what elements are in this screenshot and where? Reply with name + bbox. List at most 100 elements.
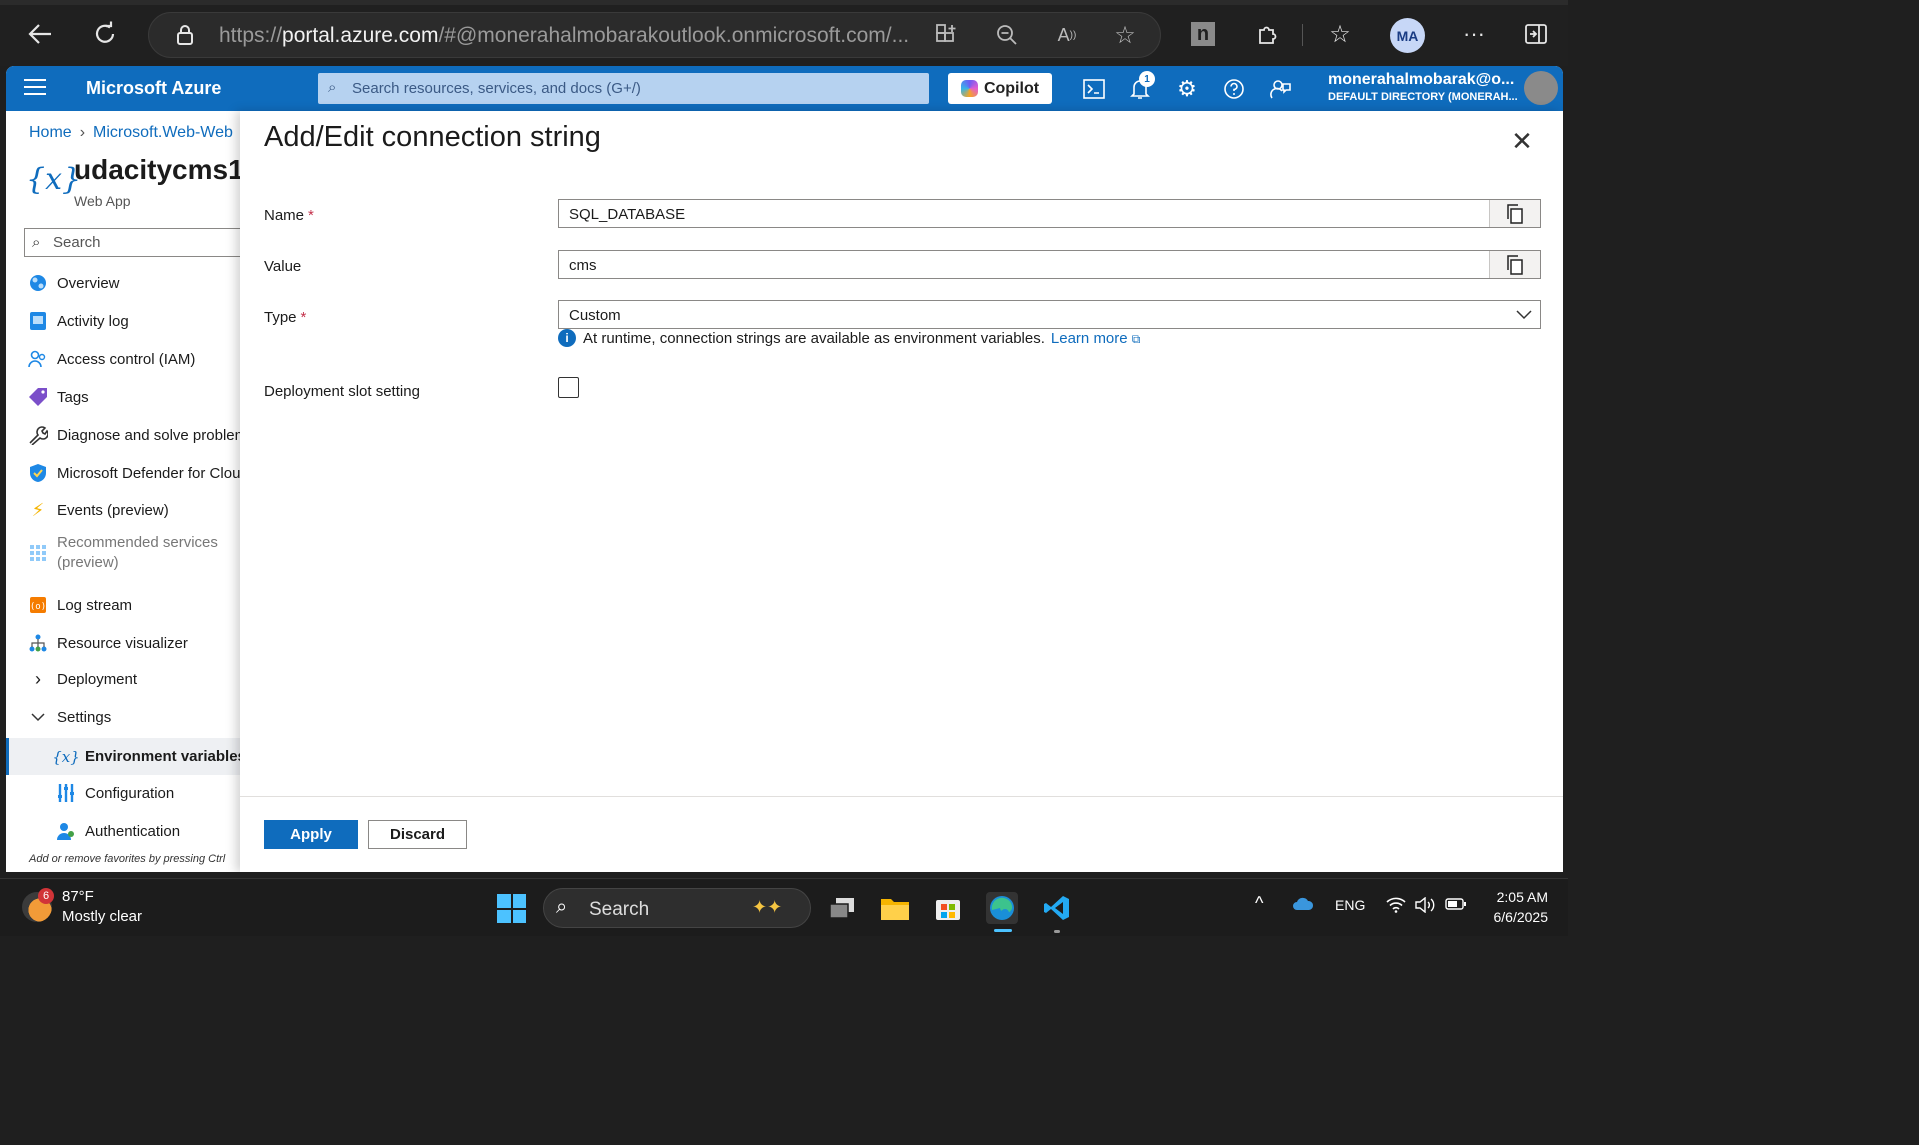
name-input[interactable]: SQL_DATABASE [558,199,1541,228]
connection-string-panel: Add/Edit connection string ✕ Name * SQL_D… [240,111,1563,872]
user-avatar[interactable] [1524,71,1558,105]
copilot-button[interactable]: Copilot [948,73,1052,104]
account-info[interactable]: monerahalmobarak@o... DEFAULT DIRECTORY … [1328,71,1518,103]
zoom-out-icon[interactable] [989,17,1025,53]
nav-item-resource-visualizer[interactable]: Resource visualizer [6,626,246,660]
refresh-icon[interactable] [87,16,123,52]
favorite-star-icon[interactable]: ☆ [1107,17,1143,53]
wrench-icon [28,425,48,445]
cloud-shell-icon[interactable] [1081,76,1107,102]
help-icon[interactable] [1221,76,1247,102]
svg-text:(o): (o) [30,602,46,612]
battery-icon[interactable] [1445,897,1467,914]
read-aloud-icon[interactable]: A)) [1049,17,1085,53]
weather-badge: 6 [38,888,54,904]
learn-more-link[interactable]: Learn more ⧉ [1051,330,1140,347]
panel-title: Add/Edit connection string [264,121,601,153]
show-hidden-icons-chevron-up-icon[interactable]: ^ [1255,893,1263,914]
chevron-right-icon: › [35,668,41,689]
nav-item-overview[interactable]: Overview [6,266,246,300]
info-icon: i [558,329,576,347]
apps-icon[interactable] [929,17,965,53]
chevron-right-icon: › [79,124,86,141]
environment-variables-icon: {x} [26,162,82,197]
activity-log-icon [28,311,48,331]
breadcrumb-home[interactable]: Home [29,124,72,141]
global-search-input[interactable]: ⌕ Search resources, services, and docs (… [318,73,929,104]
resource-type: Web App [74,193,131,209]
profile-avatar[interactable]: MA [1390,18,1425,53]
language-indicator[interactable]: ENG [1335,897,1365,913]
search-icon: ⌕ [328,79,337,96]
slot-setting-checkbox[interactable] [558,377,579,398]
task-view-icon[interactable] [826,892,858,924]
chevron-down-icon [1516,305,1532,328]
windows-start-icon[interactable] [497,894,526,923]
favorites-icon[interactable]: ☆ [1322,16,1358,52]
grid-icon [28,543,48,563]
discard-button[interactable]: Discard [368,820,467,849]
copy-icon[interactable] [1489,251,1540,278]
variable-icon: {x} [52,747,80,766]
breadcrumb-resource-group[interactable]: Microsoft.Web-Web [93,124,233,141]
lightning-icon: ⚡ [31,499,45,520]
breadcrumb: Home › Microsoft.Web-Web [29,124,233,142]
microsoft-store-icon[interactable] [932,892,964,924]
nav-item-defender[interactable]: Microsoft Defender for Cloud [6,456,249,490]
required-asterisk: * [308,207,314,224]
globe-icon [28,273,48,293]
nav-group-settings[interactable]: Settings [6,700,246,734]
nav-item-log-stream[interactable]: (o) Log stream [6,588,246,622]
vscode-icon[interactable] [1041,892,1073,924]
onedrive-cloud-icon[interactable] [1292,897,1314,914]
name-label: Name * [264,207,314,224]
nav-item-activity-log[interactable]: Activity log [6,304,246,338]
slot-setting-label: Deployment slot setting [264,383,420,400]
nav-group-deployment[interactable]: › Deployment [6,662,246,696]
nav-item-recommended-services[interactable]: Recommended services (preview) [6,531,246,575]
copilot-icon [960,80,978,97]
taskbar-search[interactable]: ⌕ Search ✦✦ [543,888,811,928]
sparkle-icon: ✦✦ [752,897,783,917]
nav-item-access-control[interactable]: Access control (IAM) [6,342,246,376]
volume-icon[interactable] [1415,896,1437,916]
tag-icon [28,387,48,407]
search-icon: ⌕ [32,234,41,251]
value-label: Value [264,258,302,275]
log-stream-icon: (o) [28,595,48,615]
apply-button[interactable]: Apply [264,820,358,849]
nav-item-tags[interactable]: Tags [6,380,246,414]
menu-search-input[interactable]: ⌕ Search [24,228,254,257]
type-dropdown[interactable]: Custom [558,300,1541,329]
lock-icon[interactable] [167,17,203,53]
extensions-puzzle-icon[interactable] [1250,16,1286,52]
shield-icon [28,463,48,483]
nav-item-events[interactable]: ⚡ Events (preview) [6,493,246,527]
feedback-icon[interactable] [1268,76,1294,102]
more-options-icon[interactable]: ··· [1456,16,1492,52]
nav-item-diagnose[interactable]: Diagnose and solve problems [6,418,255,452]
system-clock[interactable]: 2:05 AM 6/6/2025 [1486,887,1549,927]
nav-item-configuration[interactable]: Configuration [6,776,246,810]
running-app-indicator [1054,930,1060,933]
user-key-icon [56,821,76,841]
value-input[interactable]: cms [558,250,1541,279]
hamburger-menu-icon[interactable] [24,79,46,100]
azure-portal: Microsoft Azure ⌕ Search resources, serv… [6,66,1563,872]
active-app-indicator [994,929,1012,932]
settings-gear-icon[interactable]: ⚙ [1174,76,1200,102]
copy-icon[interactable] [1489,200,1540,227]
sliders-icon [56,783,76,803]
nav-item-environment-variables[interactable]: {x} Environment variables [6,738,246,775]
file-explorer-icon[interactable] [879,892,911,924]
nav-item-authentication[interactable]: Authentication [6,814,246,848]
toolbar-divider [1302,24,1303,46]
sidebar-toggle-icon[interactable] [1518,16,1554,52]
back-icon[interactable] [22,16,58,52]
brand-title[interactable]: Microsoft Azure [86,78,221,99]
edge-browser-icon[interactable] [986,892,1018,924]
wifi-icon[interactable] [1386,897,1406,916]
close-icon[interactable]: ✕ [1510,128,1534,154]
extension-n-icon[interactable]: n [1185,16,1221,52]
address-bar[interactable]: https://portal.azure.com/#@monerahalmoba… [148,12,1161,58]
